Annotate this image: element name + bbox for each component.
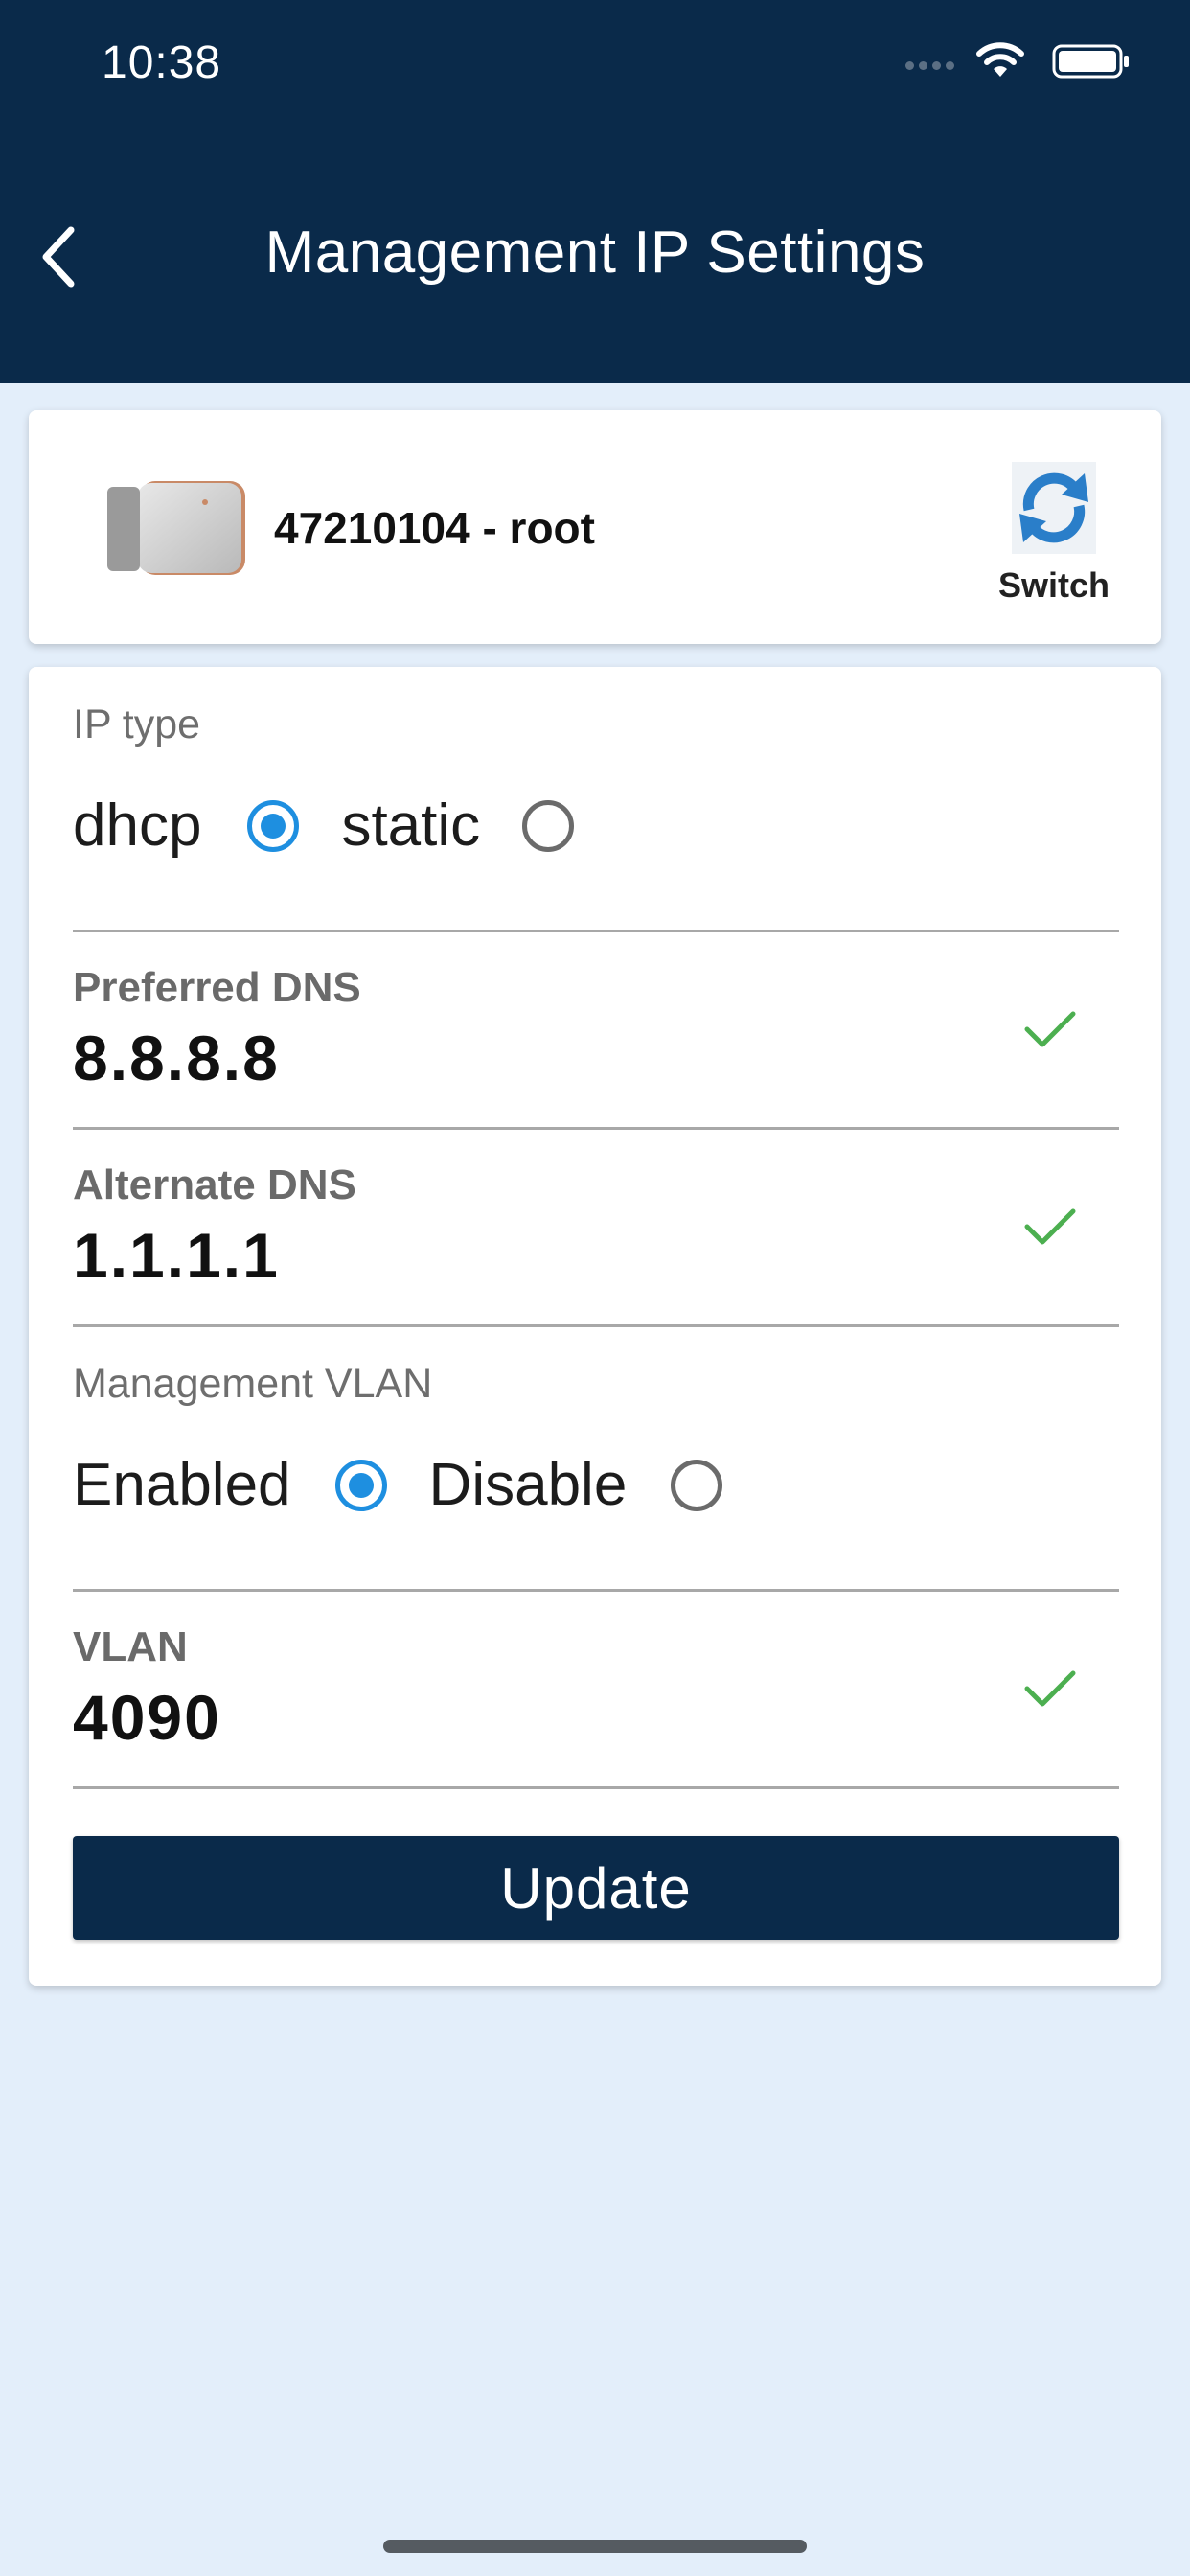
management-vlan-radio-group: Enabled Disable [73,1451,723,1519]
ip-type-static-radio[interactable] [522,799,575,852]
divider [73,1786,1119,1789]
vlan-value[interactable]: 4090 [73,1681,221,1754]
check-icon [1024,1208,1076,1245]
ip-type-option-dhcp-label: dhcp [73,793,202,859]
ip-type-radio-group: dhcp static [73,792,575,860]
home-indicator[interactable] [383,2540,807,2553]
switch-device-button[interactable]: Switch [958,458,1150,611]
divider [73,1324,1119,1327]
ip-type-option-static-label: static [341,793,481,859]
vlan-label: VLAN [73,1623,188,1670]
cellular-signal-icon [905,61,954,70]
preferred-dns-label: Preferred DNS [73,964,361,1011]
access-point-image [107,481,245,575]
app-header: 10:38 Management IP Settings [0,0,1190,383]
vlan-option-disable-label: Disable [428,1452,628,1518]
ip-type-dhcp-radio[interactable] [247,799,300,852]
wifi-icon [976,42,1024,77]
switch-label: Switch [997,565,1110,605]
settings-form: IP type dhcp static Preferred DNS 8.8.8.… [29,667,1161,1986]
vlan-option-enabled-label: Enabled [73,1452,291,1518]
status-time: 10:38 [102,37,222,88]
check-icon [1024,1011,1076,1047]
divider [73,1589,1119,1592]
device-card: 47210104 - root Switch [29,410,1161,644]
refresh-icon [1012,462,1096,554]
vlan-enabled-radio[interactable] [334,1459,387,1511]
battery-icon [1052,44,1129,79]
alternate-dns-label: Alternate DNS [73,1162,356,1208]
check-icon [1024,1670,1076,1707]
ip-type-label: IP type [73,702,201,748]
divider [73,930,1119,932]
management-vlan-label: Management VLAN [73,1361,433,1407]
vlan-disable-radio[interactable] [671,1459,723,1511]
divider [73,1127,1119,1130]
update-button[interactable]: Update [73,1836,1119,1940]
device-name: 47210104 - root [274,503,595,553]
alternate-dns-value[interactable]: 1.1.1.1 [73,1219,280,1292]
preferred-dns-value[interactable]: 8.8.8.8 [73,1022,280,1094]
page-title: Management IP Settings [264,219,926,286]
